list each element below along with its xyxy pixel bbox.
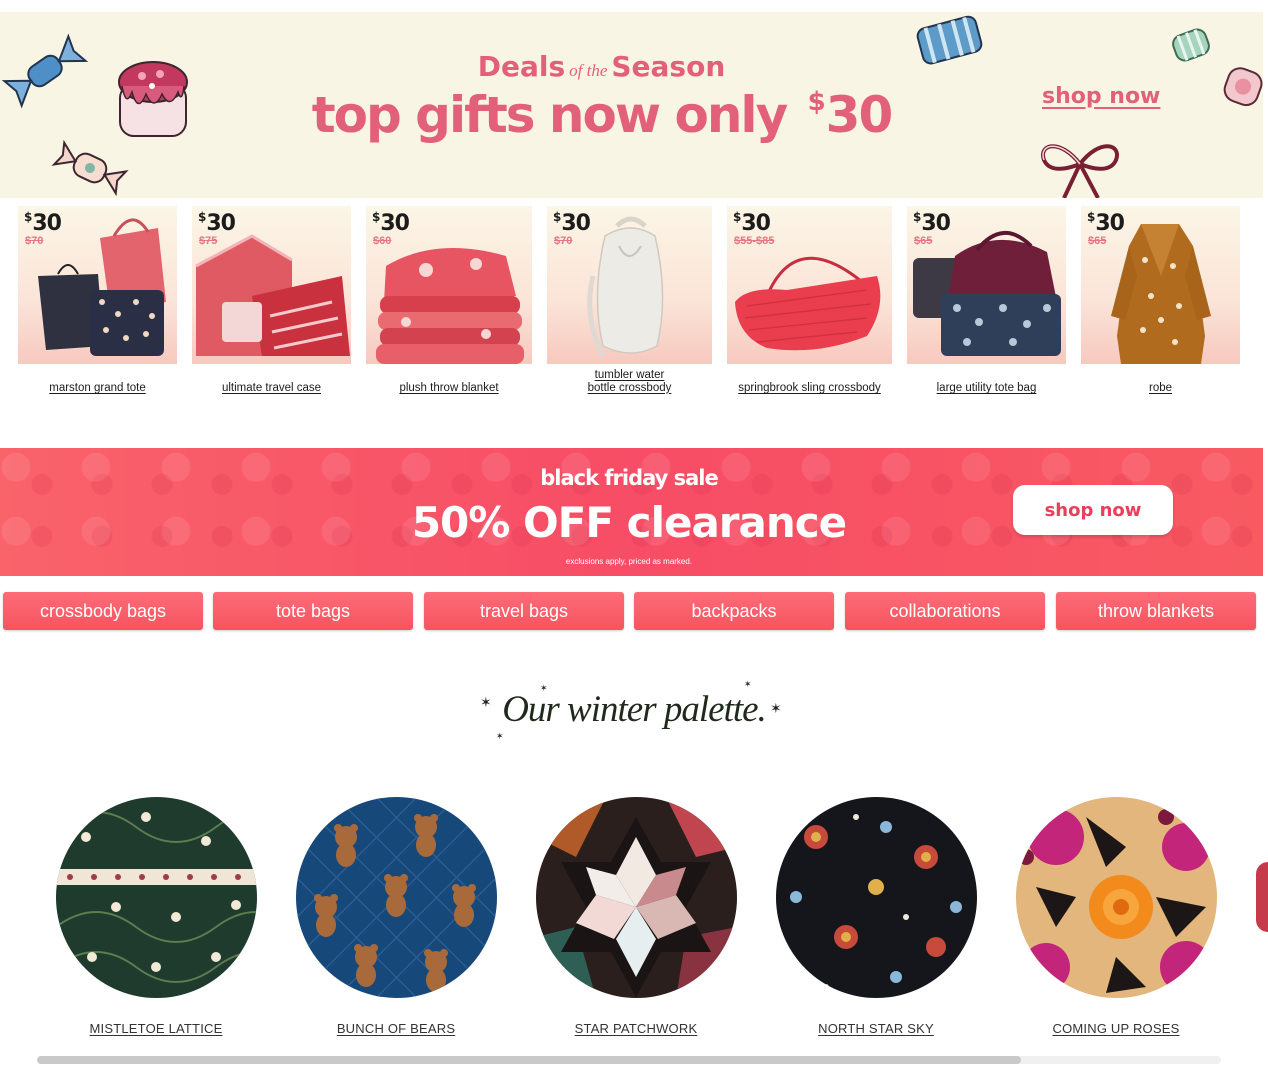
black-friday-shop-now-button[interactable]: shop now	[1013, 485, 1173, 535]
product-original-price: $55-$85	[734, 235, 775, 247]
product-tile-springbrook-sling-crossbody[interactable]: $30 $55-$85	[727, 206, 892, 364]
price-currency: $	[1087, 210, 1095, 224]
pattern-mistletoe-lattice[interactable]	[56, 797, 257, 998]
price-currency: $	[198, 210, 206, 224]
product-price: $30	[1087, 210, 1125, 236]
price-amount: 30	[561, 211, 591, 236]
hero-deals-title: Deals of the Season	[0, 50, 1203, 83]
product-link-springbrook-sling-crossbody[interactable]: springbrook sling crossbody	[727, 382, 892, 395]
category-travel-bags[interactable]: travel bags	[424, 592, 624, 630]
product-name-line: tumbler water	[594, 369, 665, 381]
product-price: $30	[733, 210, 771, 236]
pattern-bunch-of-bears[interactable]	[296, 797, 497, 998]
product-tile-robe[interactable]: $30 $65	[1081, 206, 1240, 364]
product-link-ultimate-travel-case[interactable]: ultimate travel case	[192, 382, 351, 395]
pattern-swatch	[776, 797, 977, 998]
product-link-robe[interactable]: robe	[1081, 382, 1240, 395]
star-icon: ✶	[496, 731, 504, 741]
pattern-swatch	[296, 797, 497, 998]
pattern-star-patchwork[interactable]	[536, 797, 737, 998]
category-tote-bags[interactable]: tote bags	[213, 592, 413, 630]
product-original-price: $70	[554, 235, 573, 247]
product-price: $30	[913, 210, 951, 236]
product-tile-plush-throw-blanket[interactable]: $30 $60	[366, 206, 532, 364]
product-link-marston-grand-tote[interactable]: marston grand tote	[18, 382, 177, 395]
carousel-scrollbar-thumb[interactable]	[37, 1056, 1021, 1064]
product-tile-tumbler-water-bottle-crossbody[interactable]: $30 $70	[547, 206, 712, 364]
product-price: $30	[198, 210, 236, 236]
price-amount: 30	[921, 211, 951, 236]
candy-icon	[1223, 67, 1263, 107]
price-currency: $	[913, 210, 921, 224]
pattern-label-north-star-sky[interactable]: NORTH STAR SKY	[756, 1021, 996, 1036]
hero-amount: 30	[825, 86, 894, 144]
pattern-swatch	[1016, 797, 1217, 998]
winter-palette-title: Our winter palette.	[502, 689, 767, 730]
product-tile-large-utility-tote-bag[interactable]: $30 $65	[907, 206, 1066, 364]
pattern-coming-up-roses[interactable]	[1016, 797, 1217, 998]
hero-season-word: Season	[611, 50, 726, 83]
category-backpacks[interactable]: backpacks	[634, 592, 834, 630]
product-original-price: $65	[1088, 235, 1107, 247]
product-link-large-utility-tote-bag[interactable]: large utility tote bag	[907, 382, 1066, 395]
product-tile-marston-grand-tote[interactable]: $30 $70	[18, 206, 177, 364]
category-crossbody-bags[interactable]: crossbody bags	[3, 592, 203, 630]
pattern-north-star-sky[interactable]	[776, 797, 977, 998]
price-amount: 30	[380, 211, 410, 236]
pattern-label-mistletoe-lattice[interactable]: MISTLETOE LATTICE	[36, 1021, 276, 1036]
price-amount: 30	[741, 211, 771, 236]
hero-banner[interactable]: Deals of the Season top gifts now only $30…	[0, 12, 1263, 198]
price-currency: $	[553, 210, 561, 224]
price-amount: 30	[1095, 211, 1125, 236]
pattern-label-star-patchwork[interactable]: STAR PATCHWORK	[516, 1021, 756, 1036]
hero-deals-word: Deals	[477, 50, 566, 83]
hero-headline-text: top gifts now only	[311, 86, 802, 144]
category-throw-blankets[interactable]: throw blankets	[1056, 592, 1256, 630]
pattern-label-bunch-of-bears[interactable]: BUNCH OF BEARS	[276, 1021, 516, 1036]
black-friday-banner[interactable]: black friday sale 50% OFF clearance excl…	[0, 448, 1263, 576]
product-link-tumbler-water-bottle-crossbody[interactable]: tumbler water bottle crossbody	[547, 369, 712, 394]
product-price: $30	[372, 210, 410, 236]
category-collaborations[interactable]: collaborations	[845, 592, 1045, 630]
hero-currency: $	[807, 87, 826, 117]
pattern-label-coming-up-roses[interactable]: COMING UP ROSES	[996, 1021, 1236, 1036]
next-pattern-peek[interactable]	[1256, 862, 1268, 932]
price-amount: 30	[32, 211, 62, 236]
price-amount: 30	[206, 211, 236, 236]
product-original-price: $65	[914, 235, 933, 247]
product-original-price: $75	[199, 235, 218, 247]
price-currency: $	[733, 210, 741, 224]
candy-icon	[51, 139, 129, 197]
product-price: $30	[24, 210, 62, 236]
product-name-line: bottle crossbody	[587, 381, 672, 394]
pattern-swatch	[536, 797, 737, 998]
product-price: $30	[553, 210, 591, 236]
hero-of-the: of the	[569, 61, 608, 80]
price-currency: $	[24, 210, 32, 224]
black-friday-fine-print: exclusions apply, priced as marked.	[565, 557, 693, 566]
hero-shop-now-link[interactable]: shop now	[1042, 84, 1160, 109]
hero-headline: top gifts now only $30	[0, 86, 1203, 144]
product-original-price: $70	[25, 235, 44, 247]
product-link-plush-throw-blanket[interactable]: plush throw blanket	[366, 382, 532, 395]
product-tile-ultimate-travel-case[interactable]: $30 $75	[192, 206, 351, 364]
pattern-swatch	[56, 797, 257, 998]
price-currency: $	[372, 210, 380, 224]
product-original-price: $60	[373, 235, 392, 247]
